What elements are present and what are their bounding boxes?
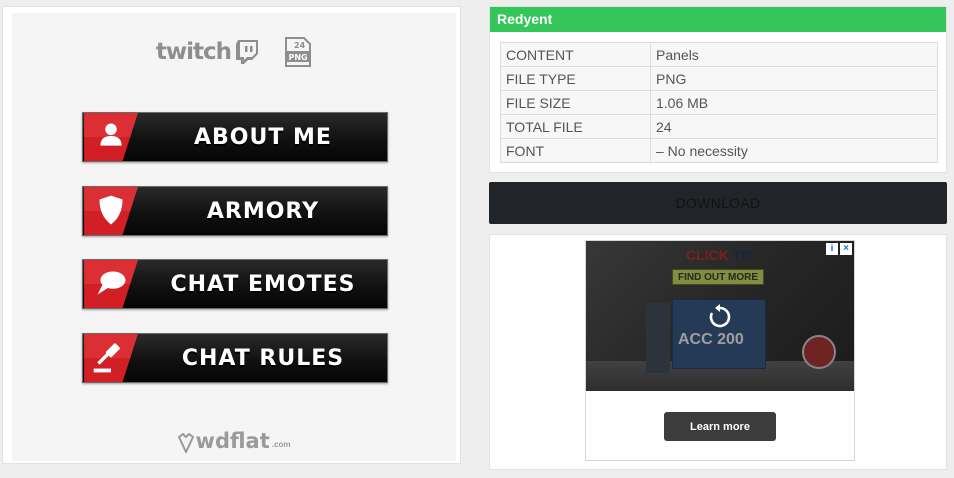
table-row: FONT – No necessity [500,138,938,163]
table-row: CONTENT Panels [500,42,938,67]
info-value: 24 [650,114,938,139]
twitch-glitch-icon [236,40,259,64]
ad-image[interactable]: CLICK TO FIND OUT MORE ACC 200 i × [586,241,854,391]
twitch-logo-text: twitch [155,39,232,65]
info-key: TOTAL FILE [500,114,651,139]
png-badge-icon: 24 PNG [285,37,312,67]
panel-button-label: ARMORY [206,198,320,224]
panel-button-about-me: ABOUT ME [82,112,388,162]
info-key: CONTENT [500,42,651,67]
ad-info-icon[interactable]: i [826,243,838,255]
preview-card: twitch 24 PNG ABOUT ME ARMORY CHAT EMOTE… [2,6,461,464]
file-info-card: Redyent CONTENT Panels FILE TYPE PNG FIL… [489,6,947,173]
file-info-title: Redyent [490,7,946,32]
watermark-domain: .com [271,440,291,449]
replay-icon[interactable] [707,304,733,330]
info-value: PNG [650,66,938,91]
shield-icon [84,187,138,235]
watermark-name: wdflat [195,429,270,453]
file-info-table: CONTENT Panels FILE TYPE PNG FILE SIZE 1… [500,42,938,163]
preview-image: twitch 24 PNG ABOUT ME ARMORY CHAT EMOTE… [12,13,456,461]
panel-button-armory: ARMORY [82,186,388,236]
ad-card: CLICK TO FIND OUT MORE ACC 200 i × Learn… [489,234,947,470]
info-value: Panels [650,42,938,67]
ad-frame: CLICK TO FIND OUT MORE ACC 200 i × Learn… [585,240,855,461]
info-key: FONT [500,138,651,163]
gavel-icon [84,334,138,382]
info-key: FILE SIZE [500,90,651,115]
png-badge-format: PNG [289,53,308,62]
panel-button-label: ABOUT ME [194,124,332,150]
ad-close-icon[interactable]: × [840,243,852,255]
brand-row: twitch 24 PNG [12,37,456,67]
info-value: – No necessity [650,138,938,163]
user-icon [84,113,138,161]
table-row: FILE SIZE 1.06 MB [500,90,938,115]
info-value: 1.06 MB [650,90,938,115]
panel-button-label: CHAT EMOTES [170,271,356,297]
png-badge-count: 24 [294,41,306,50]
watermark: wdflat .com [12,429,456,453]
panel-button-chat-rules: CHAT RULES [82,333,388,383]
table-row: FILE TYPE PNG [500,66,938,91]
twitch-logo: twitch [155,39,259,65]
download-button[interactable]: DOWNLOAD [489,182,947,224]
speech-bubble-icon [84,260,138,308]
download-label: DOWNLOAD [675,195,761,211]
wdflat-logo-icon [177,433,194,453]
info-key: FILE TYPE [500,66,651,91]
panel-button-chat-emotes: CHAT EMOTES [82,259,388,309]
ad-choices: i × [826,243,852,255]
panel-button-label: CHAT RULES [181,345,345,371]
table-row: TOTAL FILE 24 [500,114,938,139]
learn-more-button[interactable]: Learn more [664,412,776,441]
